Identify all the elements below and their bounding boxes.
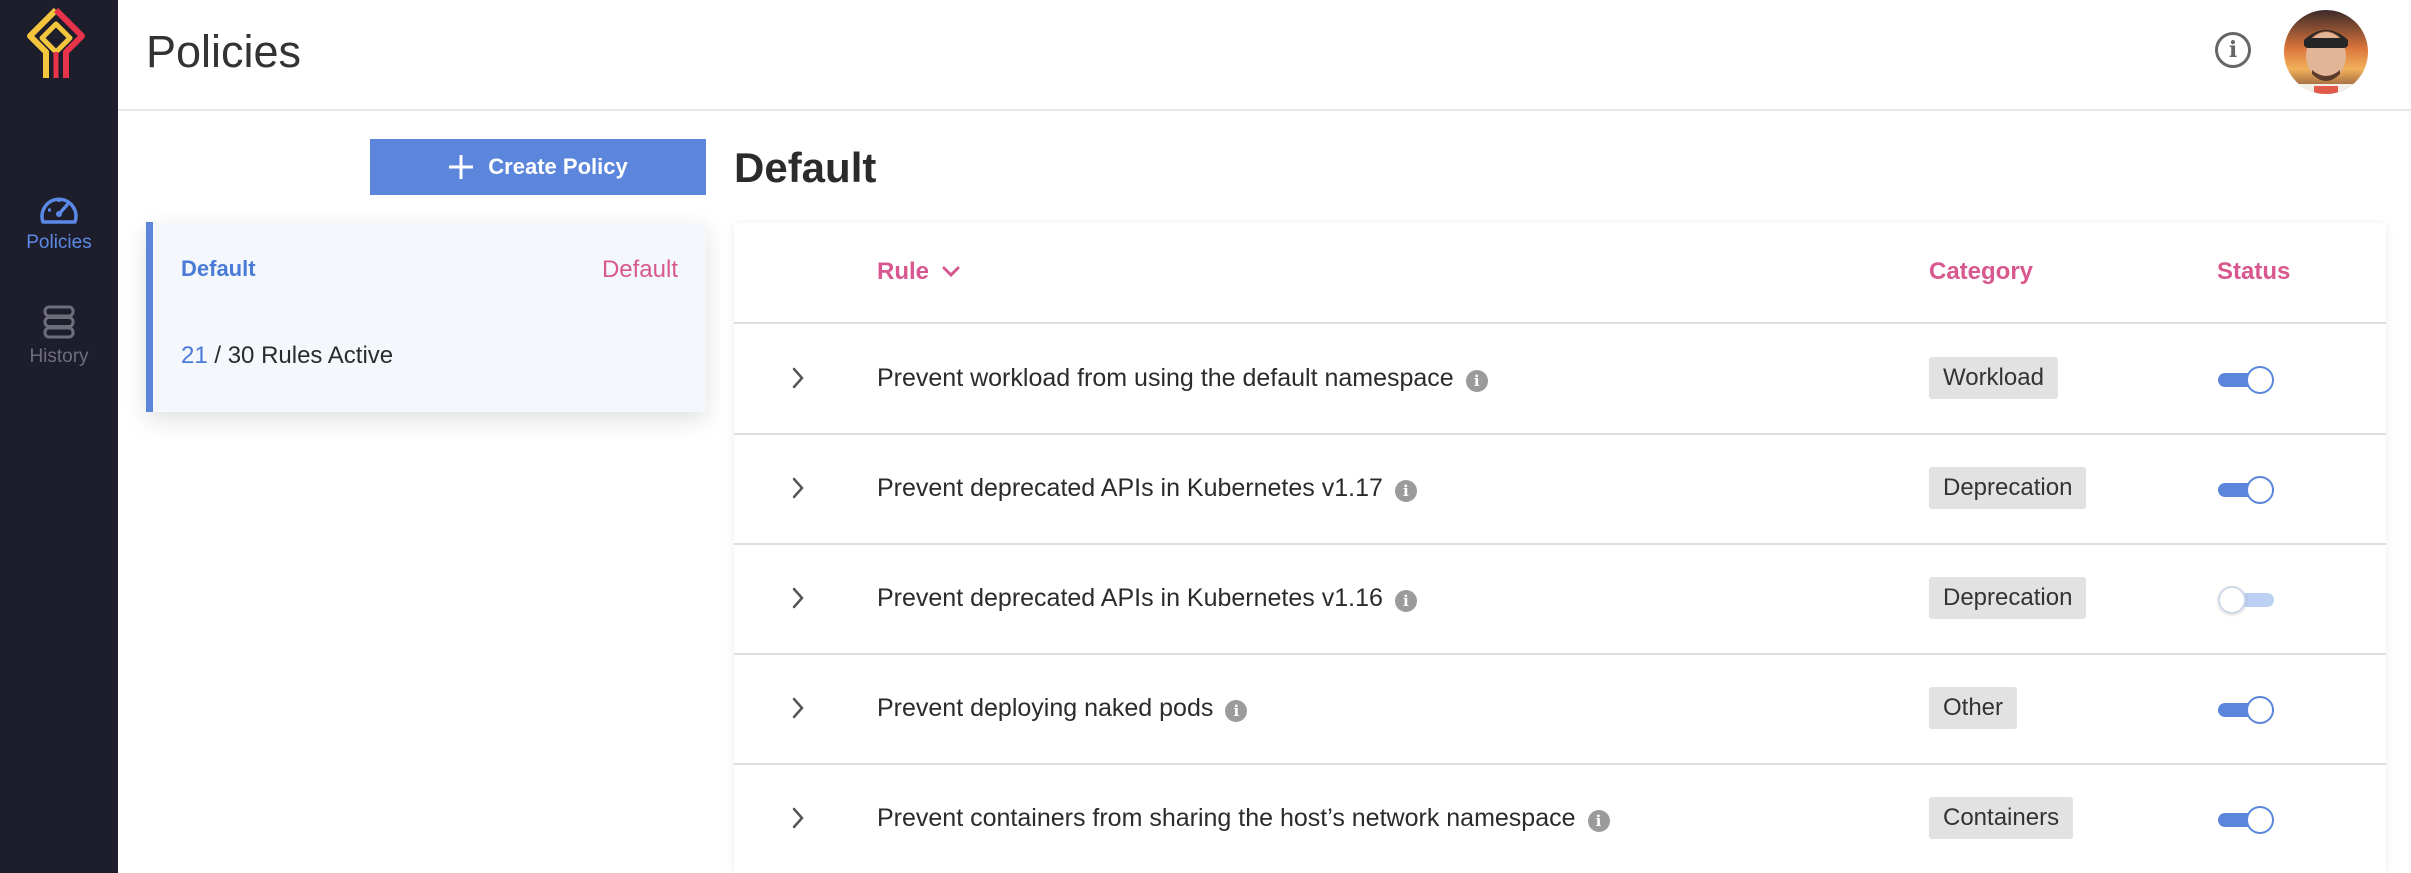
rule-name: Prevent deploying naked pods: [877, 694, 1214, 722]
table-row: Prevent deprecated APIs in Kubernetes v1…: [734, 434, 2386, 545]
rule-cell: Prevent workload from using the default …: [877, 364, 1488, 393]
chevron-right-icon[interactable]: [790, 806, 806, 830]
policy-name: Default: [181, 256, 256, 281]
toggle-knob: [2218, 586, 2246, 614]
dashboard-gauge-icon: [40, 197, 78, 224]
rule-name: Prevent deprecated APIs in Kubernetes v1…: [877, 474, 1383, 502]
policy-rules-count: 21 / 30 Rules Active: [181, 342, 393, 370]
top-header: Policies i: [118, 0, 2411, 111]
status-column-header[interactable]: Status: [2217, 258, 2290, 286]
toggle-knob: [2246, 696, 2274, 724]
category-badge: Workload: [1929, 357, 2058, 399]
avatar[interactable]: [2284, 10, 2368, 94]
sidebar-item-label: Policies: [26, 232, 92, 253]
chevron-right-icon[interactable]: [790, 586, 806, 610]
rule-column-label: Rule: [877, 258, 930, 285]
chevron-right-icon[interactable]: [790, 476, 806, 500]
status-toggle[interactable]: [2218, 806, 2274, 834]
create-policy-button[interactable]: Create Policy: [370, 139, 706, 195]
avatar-photo: [2284, 10, 2368, 94]
info-icon[interactable]: i: [2215, 32, 2251, 68]
category-badge: Deprecation: [1929, 577, 2087, 619]
info-icon[interactable]: i: [1394, 589, 1417, 612]
category-badge: Containers: [1929, 797, 2074, 839]
database-stack-icon: [43, 305, 75, 339]
rules-total-label: / 30 Rules Active: [207, 342, 394, 369]
section-title: Default: [734, 144, 877, 191]
sidebar-item-policies[interactable]: Policies: [0, 192, 118, 254]
sidebar-item-history[interactable]: History: [0, 304, 118, 368]
rule-name: Prevent deprecated APIs in Kubernetes v1…: [877, 584, 1383, 612]
category-column-header[interactable]: Category: [1929, 258, 2033, 286]
sidebar: Policies History: [0, 0, 118, 873]
info-icon[interactable]: i: [1587, 809, 1610, 832]
page-title: Policies: [146, 26, 302, 77]
chevron-right-icon[interactable]: [790, 696, 806, 720]
info-icon[interactable]: i: [1394, 479, 1417, 502]
rule-column-header[interactable]: Rule: [877, 258, 961, 286]
logo-icon[interactable]: [22, 6, 90, 82]
rule-cell: Prevent deprecated APIs in Kubernetes v1…: [877, 584, 1417, 613]
rules-table: Rule Category Status Prevent workload fr…: [734, 223, 2386, 873]
sidebar-item-label: History: [29, 346, 89, 367]
chevron-down-icon: [942, 266, 960, 278]
table-row: Prevent deprecated APIs in Kubernetes v1…: [734, 544, 2386, 655]
chevron-right-icon[interactable]: [790, 366, 806, 390]
info-icon[interactable]: i: [1225, 699, 1248, 722]
table-row: Prevent deploying naked pods i Other: [734, 654, 2386, 765]
status-toggle[interactable]: [2218, 696, 2274, 724]
category-badge: Deprecation: [1929, 467, 2087, 509]
table-row: Prevent containers from sharing the host…: [734, 764, 2386, 873]
status-toggle[interactable]: [2218, 476, 2274, 504]
create-policy-label: Create Policy: [488, 154, 628, 179]
info-icon[interactable]: i: [1465, 369, 1488, 392]
table-row: Prevent workload from using the default …: [734, 324, 2386, 435]
plus-icon: [449, 155, 474, 179]
active-rules-count: 21: [181, 342, 208, 369]
rule-name: Prevent workload from using the default …: [877, 364, 1454, 392]
rule-name: Prevent containers from sharing the host…: [877, 804, 1576, 832]
rule-cell: Prevent containers from sharing the host…: [877, 804, 1610, 833]
rule-cell: Prevent deploying naked pods i: [877, 694, 1248, 723]
toggle-knob: [2246, 806, 2274, 834]
category-badge: Other: [1929, 687, 2018, 729]
toggle-knob: [2246, 366, 2274, 394]
policy-card-default[interactable]: Default Default 21 / 30 Rules Active: [146, 222, 706, 412]
rule-cell: Prevent deprecated APIs in Kubernetes v1…: [877, 474, 1417, 503]
table-header: Rule Category Status: [734, 223, 2386, 324]
status-toggle[interactable]: [2218, 586, 2274, 614]
policy-default-tag: Default: [601, 256, 678, 283]
status-toggle[interactable]: [2218, 366, 2274, 394]
toggle-knob: [2246, 476, 2274, 504]
